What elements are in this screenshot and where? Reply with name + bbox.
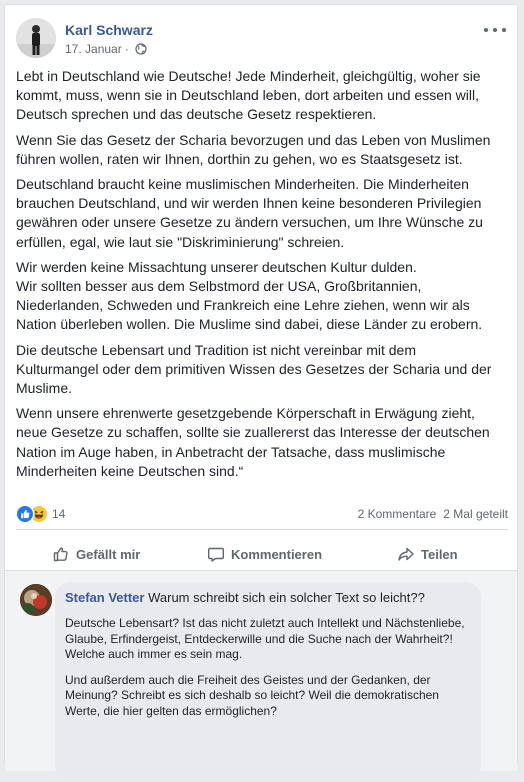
- post-header: Karl Schwarz 17. Januar ·: [16, 18, 506, 60]
- comment-author[interactable]: Stefan Vetter: [65, 590, 144, 605]
- post-paragraph: Wir werden keine Missachtung unserer deu…: [16, 258, 483, 333]
- comment-first-line: Stefan Vetter Warum schreibt sich ein so…: [65, 590, 471, 606]
- post-body: Lebt in Deutschland wie Deutsche! Jede M…: [16, 67, 502, 487]
- comment-paragraph: Und außerdem auch die Freiheit des Geist…: [65, 672, 439, 718]
- post-paragraph: Wenn Sie das Gesetz der Scharia bevorzug…: [16, 131, 491, 167]
- person-photo-icon: [20, 584, 52, 616]
- reactions-bar: 14 2 Kommentare 2 Mal geteilt: [16, 502, 508, 524]
- like-reaction-icon: [16, 505, 34, 523]
- post-date[interactable]: 17. Januar: [65, 42, 122, 56]
- author-name[interactable]: Karl Schwarz: [65, 22, 153, 38]
- shares-count-link[interactable]: 2 Mal geteilt: [443, 507, 508, 521]
- meta-separator: ·: [124, 42, 129, 56]
- post-paragraph: Die deutsche Lebensart und Tradition ist…: [16, 341, 492, 397]
- more-horizontal-icon: [484, 28, 488, 32]
- action-bar: Gefällt mir Kommentieren Teilen: [16, 537, 508, 571]
- post-paragraph: Lebt in Deutschland wie Deutsche! Jede M…: [16, 68, 481, 123]
- share-arrow-icon: [398, 547, 414, 561]
- post-card: Karl Schwarz 17. Januar · Lebt in Deutsc…: [4, 4, 518, 782]
- comments-section: Stefan Vetter Warum schreibt sich ein so…: [5, 570, 517, 782]
- post-meta: 17. Januar ·: [65, 42, 147, 56]
- author-avatar[interactable]: [16, 18, 56, 58]
- share-button[interactable]: Teilen: [397, 537, 458, 571]
- comment-text: Warum schreibt sich ein solcher Text so …: [148, 590, 425, 605]
- comment-paragraph: Deutsche Lebensart? Ist das nicht zuletz…: [65, 616, 465, 661]
- like-button[interactable]: Gefällt mir: [52, 537, 140, 571]
- divider: [16, 529, 508, 530]
- like-button-label: Gefällt mir: [76, 546, 141, 562]
- post-paragraph: Wenn unsere ehrenwerte gesetzgebende Kör…: [16, 405, 490, 479]
- comment-button[interactable]: Kommentieren: [207, 537, 322, 571]
- reaction-count[interactable]: 14: [52, 507, 65, 521]
- globe-icon[interactable]: [135, 43, 147, 55]
- share-button-label: Teilen: [421, 546, 458, 562]
- person-photo-icon: [16, 18, 56, 58]
- thumbs-up-icon: [53, 547, 68, 562]
- comment-button-label: Kommentieren: [231, 546, 323, 562]
- comment-bubble: Stefan Vetter Warum schreibt sich ein so…: [55, 582, 481, 782]
- post-paragraph: Deutschland braucht keine muslimischen M…: [16, 176, 483, 250]
- engagement-counts: 2 Kommentare 2 Mal geteilt: [358, 507, 508, 521]
- commenter-avatar[interactable]: [20, 584, 52, 616]
- more-options-button[interactable]: [484, 24, 506, 36]
- speech-bubble-icon: [208, 547, 224, 562]
- comments-count-link[interactable]: 2 Kommentare: [358, 507, 437, 521]
- reaction-icons[interactable]: [16, 505, 50, 523]
